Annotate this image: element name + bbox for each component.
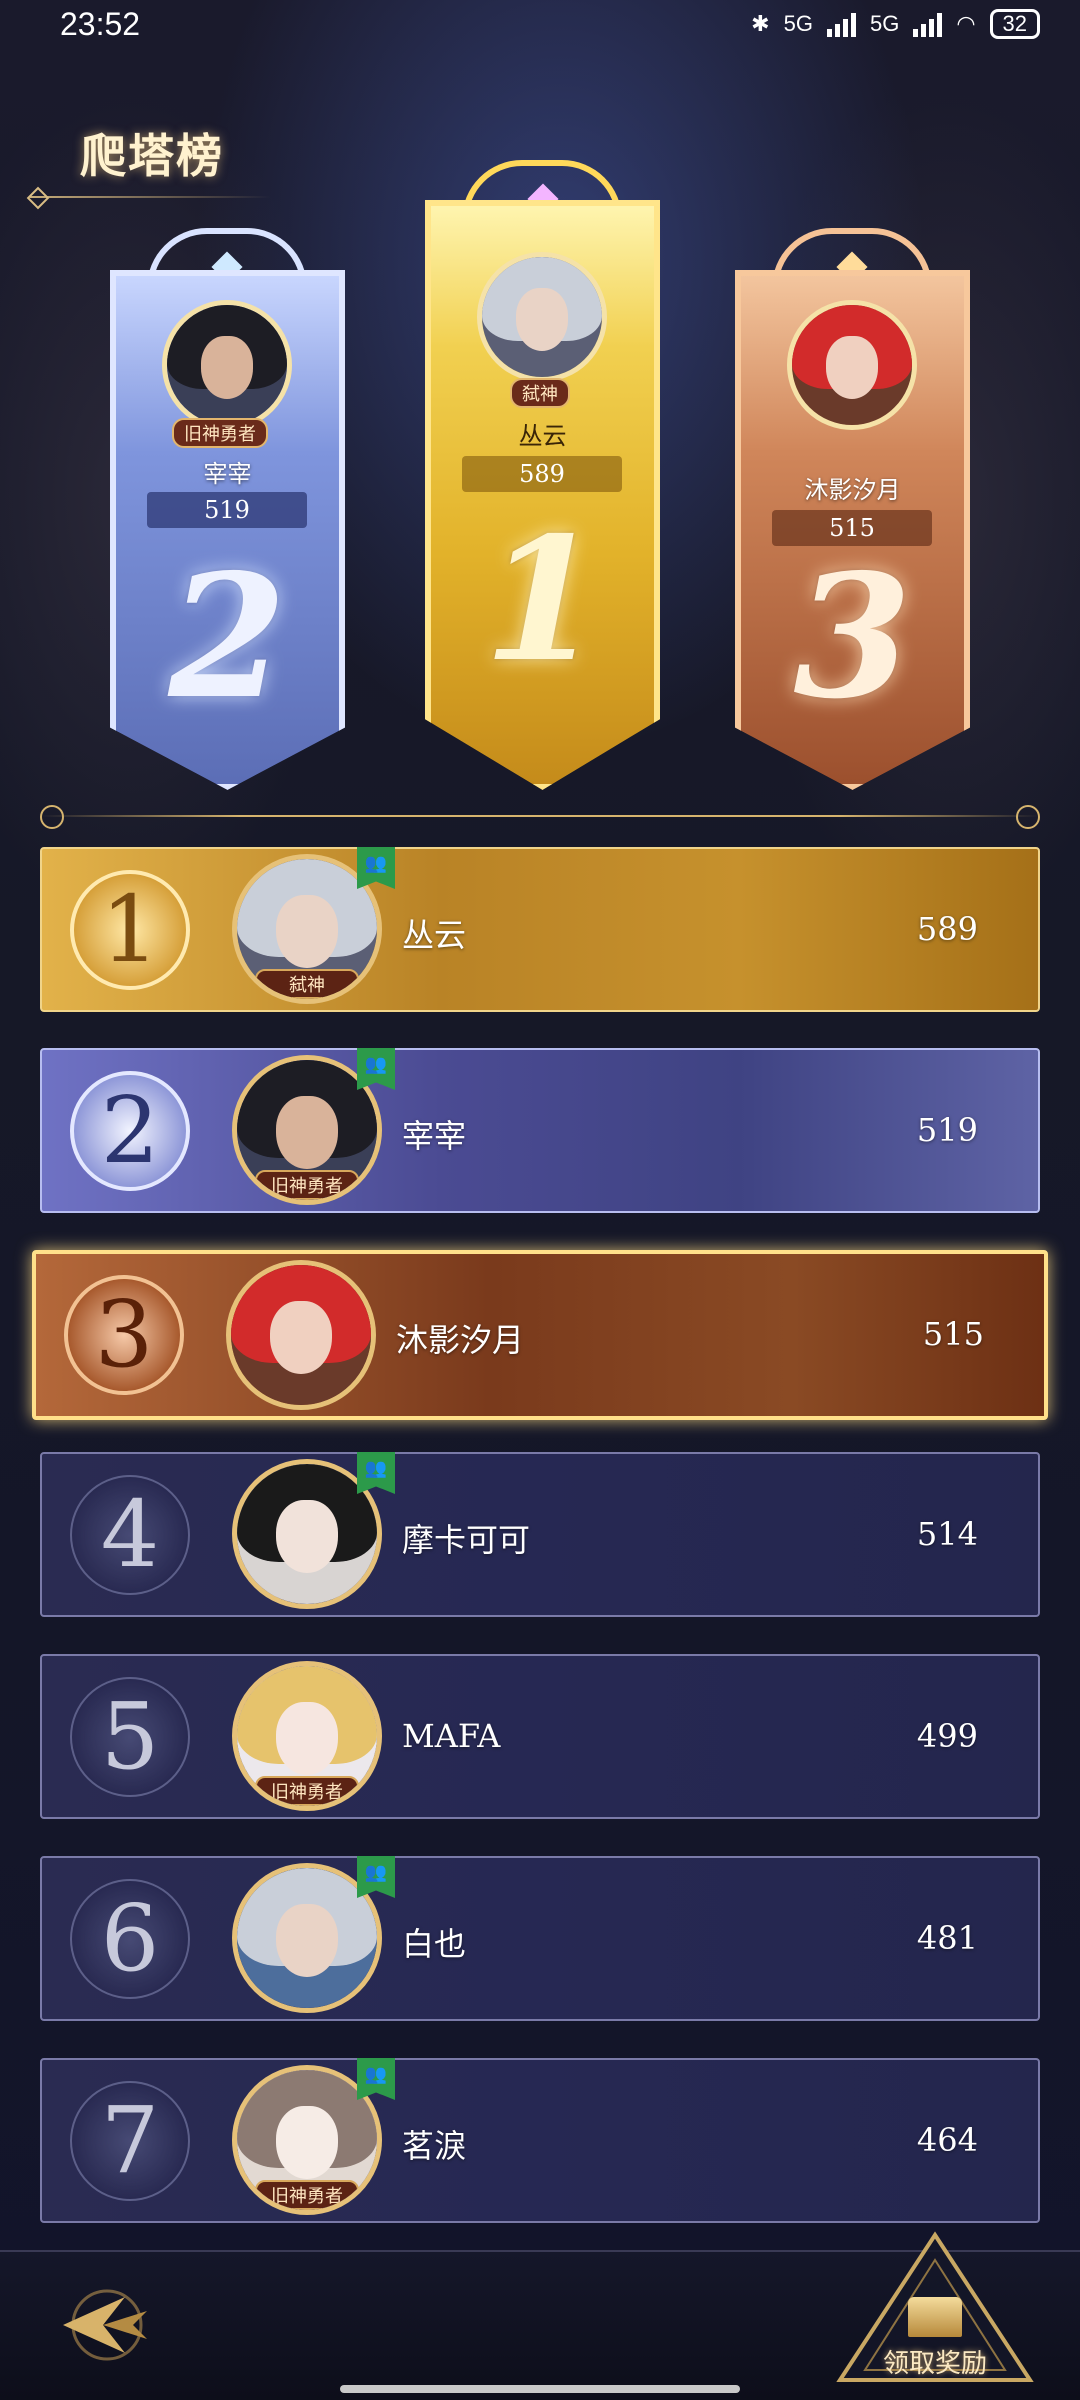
podium-banner-3[interactable]: 沐影汐月 515 3: [735, 270, 970, 790]
back-arrow-icon: [63, 2289, 147, 2361]
player-name: 茗淚: [402, 2126, 467, 2165]
title-tag: 旧神勇者: [255, 1170, 359, 1200]
signal-icon-2: [913, 11, 943, 37]
wifi-icon: ◠: [956, 11, 976, 36]
status-bar: 23:52 ✱ 5G 5G ◠ 32: [0, 0, 1080, 48]
title-tag: 旧神勇者: [172, 418, 268, 448]
title-tag: 弑神: [510, 378, 570, 408]
player-name: 宰宰: [402, 1116, 467, 1155]
rank-number: 2: [70, 1070, 190, 1191]
rank-number: 3: [64, 1275, 184, 1395]
podium-rank-number: 1: [483, 500, 602, 700]
status-icons: ✱ 5G 5G ◠ 32: [751, 9, 1040, 39]
title-tag: 旧神勇者: [255, 1776, 359, 1806]
player-score: 481: [916, 1918, 978, 1957]
section-divider: [40, 805, 1040, 829]
avatar: [787, 300, 917, 430]
podium-banner-1[interactable]: 弑神 丛云 589 1: [425, 200, 660, 790]
podium-score: 589: [462, 456, 622, 492]
player-name: MAFA: [402, 1716, 501, 1755]
ranking-row-1[interactable]: 1 弑神 👥 丛云 589: [40, 847, 1040, 1012]
page-title: 爬塔榜: [80, 129, 224, 183]
player-score: 515: [922, 1315, 984, 1353]
podium-banner-2[interactable]: 旧神勇者 宰宰 519 2: [110, 270, 345, 790]
avatar: [162, 300, 292, 430]
network-label-1: 5G: [783, 11, 813, 36]
avatar[interactable]: [226, 1260, 376, 1410]
title-tag: 弑神: [255, 969, 359, 999]
podium-name: 沐影汐月: [804, 476, 901, 504]
network-label-2: 5G: [869, 11, 900, 36]
home-indicator[interactable]: [340, 2385, 740, 2393]
ranking-row-3[interactable]: 3 沐影汐月 515: [32, 1250, 1048, 1420]
claim-reward-button[interactable]: 领取奖励: [830, 2230, 1040, 2390]
podium-name: 丛云: [518, 422, 567, 450]
rank-number: 7: [70, 2080, 190, 2201]
player-name: 丛云: [402, 915, 467, 954]
ranking-row-2[interactable]: 2 旧神勇者 👥 宰宰 519: [40, 1048, 1040, 1213]
podium-score: 519: [147, 492, 307, 528]
reward-label: 领取奖励: [882, 2349, 987, 2379]
ranking-row-6[interactable]: 6 👥 白也 481: [40, 1856, 1040, 2021]
podium-rank-number: 2: [168, 537, 287, 737]
treasure-chest-icon: [908, 2297, 962, 2337]
player-score: 499: [916, 1716, 978, 1755]
player-score: 514: [916, 1514, 978, 1553]
status-time: 23:52: [60, 5, 141, 42]
player-name: 摩卡可可: [402, 1520, 531, 1559]
rank-number: 4: [70, 1474, 190, 1595]
ranking-row-4[interactable]: 4 👥 摩卡可可 514: [40, 1452, 1040, 1617]
battery-indicator: 32: [989, 9, 1040, 39]
player-name: 沐影汐月: [396, 1321, 525, 1359]
player-name: 白也: [402, 1924, 467, 1963]
ranking-row-7[interactable]: 7 旧神勇者 👥 茗淚 464: [40, 2058, 1040, 2223]
rank-number: 5: [70, 1676, 190, 1797]
player-score: 589: [916, 909, 978, 948]
avatar: [477, 252, 607, 382]
player-score: 519: [916, 1110, 978, 1149]
title-ornament: [30, 196, 270, 198]
ranking-row-5[interactable]: 5 旧神勇者 MAFA 499: [40, 1654, 1040, 1819]
podium-rank-number: 3: [793, 537, 912, 737]
signal-icon-1: [826, 11, 856, 37]
podium-name: 宰宰: [203, 460, 252, 488]
back-button[interactable]: [50, 2270, 160, 2380]
rank-number: 6: [70, 1878, 190, 1999]
rank-number: 1: [70, 869, 190, 990]
title-tag: 旧神勇者: [255, 2180, 359, 2210]
avatar[interactable]: 旧神勇者: [232, 1661, 382, 1811]
bluetooth-icon: ✱: [751, 11, 770, 36]
player-score: 464: [916, 2120, 978, 2159]
